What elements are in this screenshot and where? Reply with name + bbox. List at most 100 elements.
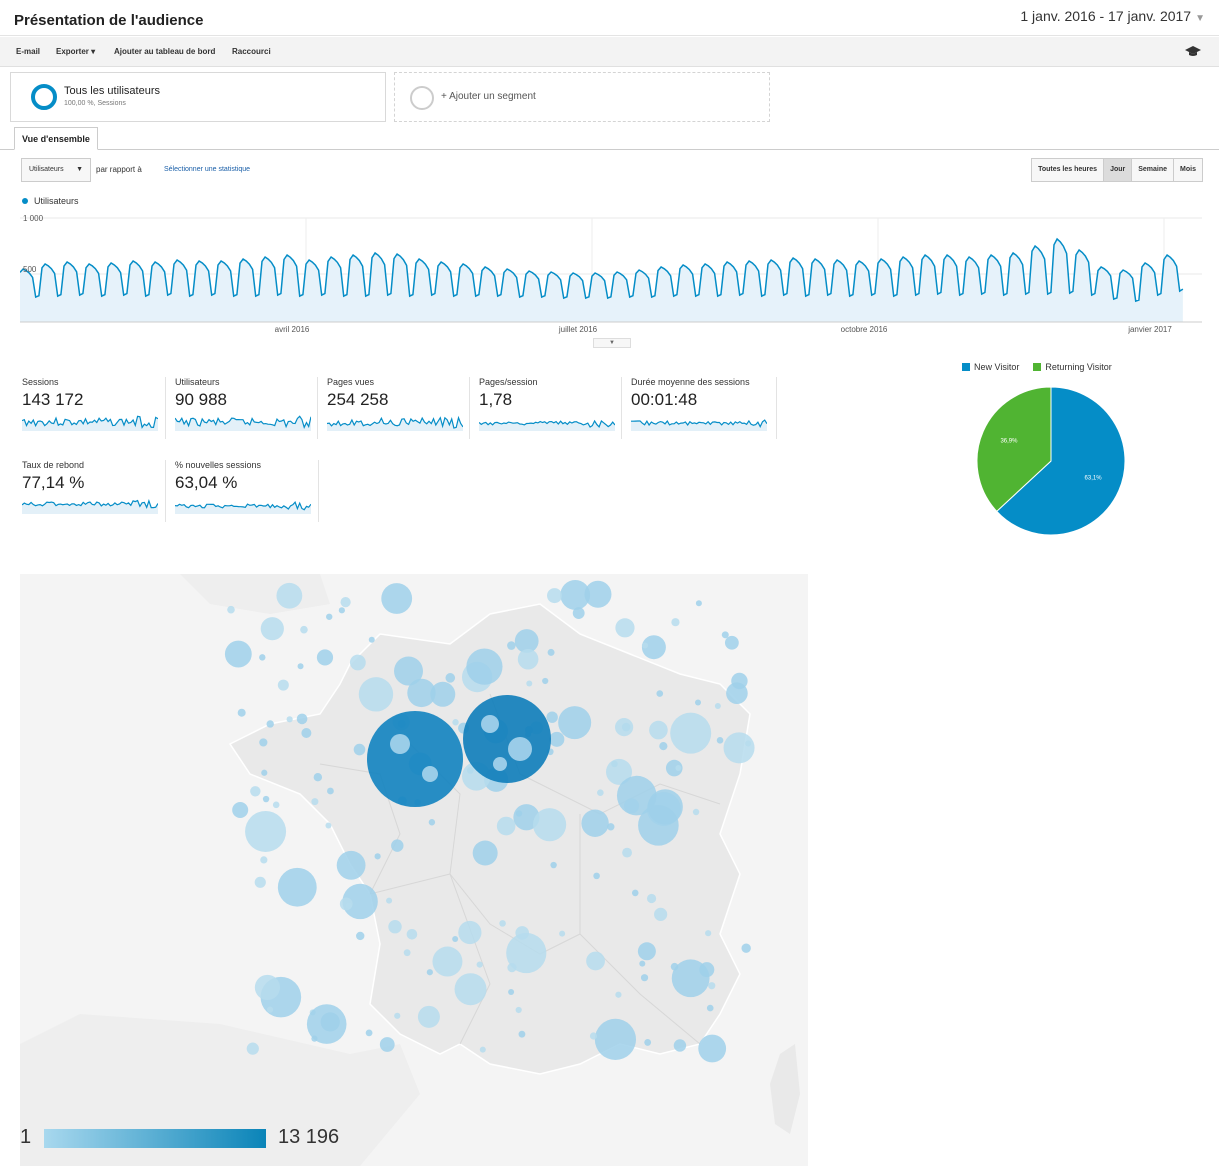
- pie-legend-new[interactable]: New Visitor: [962, 362, 1019, 372]
- scorecard-value: 00:01:48: [631, 390, 698, 409]
- city-bubble: [432, 946, 463, 977]
- scorecard-avg-session-duration[interactable]: Durée moyenne des sessions 00:01:48: [621, 377, 777, 439]
- chevron-down-icon: ▼: [76, 166, 83, 173]
- sparkline-area: [479, 421, 615, 431]
- scorecard-value: 1,78: [479, 390, 513, 409]
- x-tick-label: janvier 2017: [1127, 325, 1172, 334]
- export-button[interactable]: Exporter ▾: [56, 47, 95, 56]
- city-bubble: [286, 716, 293, 723]
- city-bubble: [644, 1039, 652, 1046]
- segment-all-users[interactable]: Tous les utilisateurs 100,00 %, Sessions: [10, 72, 386, 122]
- city-bubble: [277, 867, 317, 907]
- sparkline: [175, 415, 311, 431]
- scorecard-pageviews[interactable]: Pages vues 254 258: [317, 377, 467, 439]
- scorecard-pages-per-session[interactable]: Pages/session 1,78: [469, 377, 619, 439]
- chevron-down-icon: ▼: [1195, 13, 1205, 24]
- city-bubble: [422, 766, 438, 782]
- pie-legend-returning[interactable]: Returning Visitor: [1033, 362, 1112, 372]
- city-bubble: [698, 1034, 727, 1063]
- period-day-button[interactable]: Jour: [1103, 159, 1132, 181]
- city-bubble: [515, 1006, 522, 1014]
- city-bubble: [699, 962, 715, 978]
- city-bubble-large: [463, 695, 551, 783]
- city-bubble: [695, 699, 702, 706]
- city-bubble: [277, 679, 289, 691]
- select-metric-link[interactable]: Sélectionner une statistique: [164, 166, 250, 173]
- period-hourly-button[interactable]: Toutes les heures: [1032, 159, 1104, 181]
- city-bubble: [586, 951, 605, 971]
- series-legend-label: Utilisateurs: [34, 196, 79, 206]
- city-bubble: [614, 718, 634, 737]
- period-month-button[interactable]: Mois: [1173, 159, 1202, 181]
- city-bubble: [311, 798, 319, 806]
- email-button[interactable]: E-mail: [16, 47, 40, 56]
- city-bubble: [381, 583, 413, 614]
- city-bubble: [584, 580, 612, 608]
- metric-selector[interactable]: Utilisateurs ▼: [21, 158, 91, 182]
- period-week-button[interactable]: Semaine: [1131, 159, 1174, 181]
- city-bubble: [745, 740, 752, 747]
- city-bubble: [692, 808, 700, 816]
- city-bubble: [476, 961, 483, 968]
- city-bubble: [301, 727, 312, 738]
- city-bubble: [507, 641, 516, 650]
- add-to-dashboard-button[interactable]: Ajouter au tableau de bord: [114, 47, 215, 56]
- graduation-cap-icon[interactable]: [1185, 45, 1201, 57]
- scorecard-label: Pages vues: [327, 377, 375, 387]
- city-bubble: [386, 897, 393, 904]
- city-bubble: [659, 742, 668, 751]
- france-geo-map: [20, 574, 808, 1166]
- city-bubble: [245, 810, 287, 852]
- city-bubble: [390, 734, 410, 754]
- city-bubble: [558, 706, 592, 740]
- sparkline: [631, 419, 767, 431]
- scorecard-label: Utilisateurs: [175, 377, 220, 387]
- city-bubble: [549, 731, 565, 747]
- legend-swatch: [1033, 363, 1042, 371]
- city-bubble: [338, 607, 345, 614]
- sparkline: [479, 419, 615, 431]
- sparkline: [327, 415, 463, 431]
- city-bubble: [675, 764, 682, 771]
- city-bubble: [479, 1046, 486, 1053]
- users-over-time-chart: 1 000 500 avril 2016 juillet 2016 octobre 20…: [20, 214, 1202, 334]
- city-bubble: [547, 648, 555, 656]
- pie-slice-label: 36,9%: [1000, 439, 1018, 445]
- city-bubble: [227, 605, 235, 614]
- city-bubble: [445, 673, 456, 683]
- tab-overview[interactable]: Vue d'ensemble: [14, 127, 98, 150]
- city-bubble: [406, 928, 418, 940]
- city-bubble: [708, 982, 716, 990]
- pie-legend-label: Returning Visitor: [1045, 362, 1112, 372]
- scorecard-bounce-rate[interactable]: Taux de rebond 77,14 %: [20, 460, 170, 522]
- scorecard-new-sessions[interactable]: % nouvelles sessions 63,04 %: [165, 460, 319, 522]
- map-legend-gradient: [44, 1129, 266, 1148]
- city-bubble: [316, 649, 334, 666]
- sparkline: [175, 501, 311, 514]
- city-bubble: [597, 789, 604, 796]
- city-bubble: [550, 861, 557, 869]
- city-bubble: [593, 872, 600, 880]
- city-bubble: [430, 681, 456, 707]
- city-bubble: [452, 936, 459, 943]
- city-bubble: [325, 822, 332, 829]
- city-bubble: [466, 648, 503, 685]
- scorecard-sessions[interactable]: Sessions 143 172: [20, 377, 170, 439]
- city-bubble: [641, 642, 649, 649]
- scorecard-users[interactable]: Utilisateurs 90 988: [165, 377, 315, 439]
- chart-collapse-toggle[interactable]: ▼: [593, 338, 631, 348]
- map-legend-min: 1: [20, 1126, 32, 1148]
- add-segment-button[interactable]: + Ajouter un segment: [394, 72, 770, 122]
- date-range-picker[interactable]: 1 janv. 2016 - 17 janv. 2017 ▼: [1020, 8, 1205, 24]
- scorecard-value: 77,14 %: [22, 473, 85, 492]
- city-bubble: [340, 596, 351, 608]
- city-bubble: [336, 850, 366, 880]
- city-bubble: [559, 930, 566, 937]
- city-bubble: [254, 876, 266, 888]
- shortcut-button[interactable]: Raccourci: [232, 47, 271, 56]
- city-bubble: [259, 738, 268, 747]
- city-bubble: [297, 663, 304, 670]
- city-bubble-large: [367, 711, 463, 807]
- city-bubble: [246, 1042, 259, 1055]
- map-canvas: [20, 574, 808, 1166]
